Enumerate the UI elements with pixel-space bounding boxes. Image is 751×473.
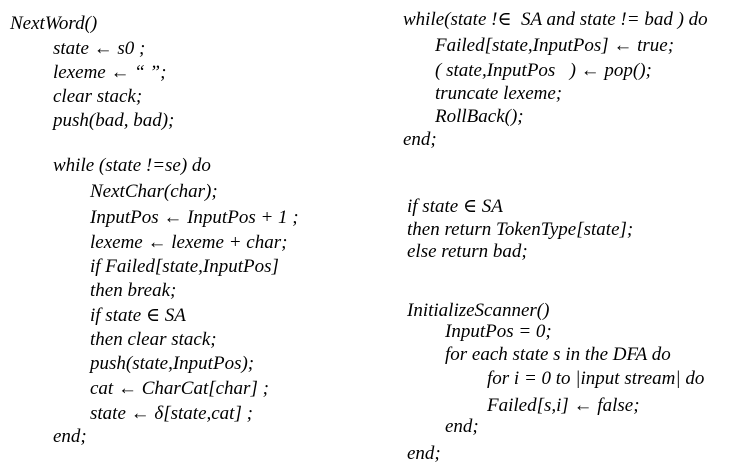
code-line: NextChar(char); — [90, 181, 218, 202]
code-line: RollBack(); — [435, 106, 524, 127]
code-line: for i = 0 to |input stream| do — [487, 368, 705, 389]
code-line: end; — [53, 426, 87, 447]
code-line: while(state !∈ SA and state != bad ) do — [403, 9, 708, 30]
code-line: if Failed[state,InputPos] — [90, 256, 279, 277]
code-line: end; — [403, 129, 437, 150]
code-line: state ← δ[state,cat] ; — [90, 403, 253, 424]
code-line: if state ∈ SA — [90, 305, 186, 326]
code-line: NextWord() — [10, 13, 98, 34]
code-line: lexeme ← lexeme + char; — [90, 232, 288, 253]
code-line: InputPos = 0; — [445, 321, 552, 342]
code-line: push(state,InputPos); — [90, 353, 255, 374]
code-line: then return TokenType[state]; — [407, 219, 634, 240]
pseudocode-page: NextWord() state ← s0 ; lexeme ← “ ”; cl… — [0, 0, 751, 473]
code-line: else return bad; — [407, 241, 528, 262]
code-line: Failed[state,InputPos] ← true; — [435, 35, 675, 56]
code-line: for each state s in the DFA do — [445, 344, 671, 365]
code-line: push(bad, bad); — [53, 110, 175, 131]
code-line: ( state,InputPos ) ← pop(); — [435, 60, 652, 81]
code-line: lexeme ← “ ”; — [53, 62, 167, 83]
code-line: then clear stack; — [90, 329, 217, 350]
code-line: clear stack; — [53, 86, 143, 107]
code-line: InputPos ← InputPos + 1 ; — [90, 207, 299, 228]
code-line: InitializeScanner() — [407, 300, 550, 321]
code-line: Failed[s,i] ← false; — [487, 395, 640, 416]
code-line: state ← s0 ; — [53, 38, 146, 59]
code-line: end; — [445, 416, 479, 437]
code-line: then break; — [90, 280, 177, 301]
code-line: while (state !=se) do — [53, 155, 211, 176]
code-line: truncate lexeme; — [435, 83, 563, 104]
code-line: if state ∈ SA — [407, 196, 503, 217]
code-line: end; — [407, 443, 441, 464]
code-line: cat ← CharCat[char] ; — [90, 378, 269, 399]
